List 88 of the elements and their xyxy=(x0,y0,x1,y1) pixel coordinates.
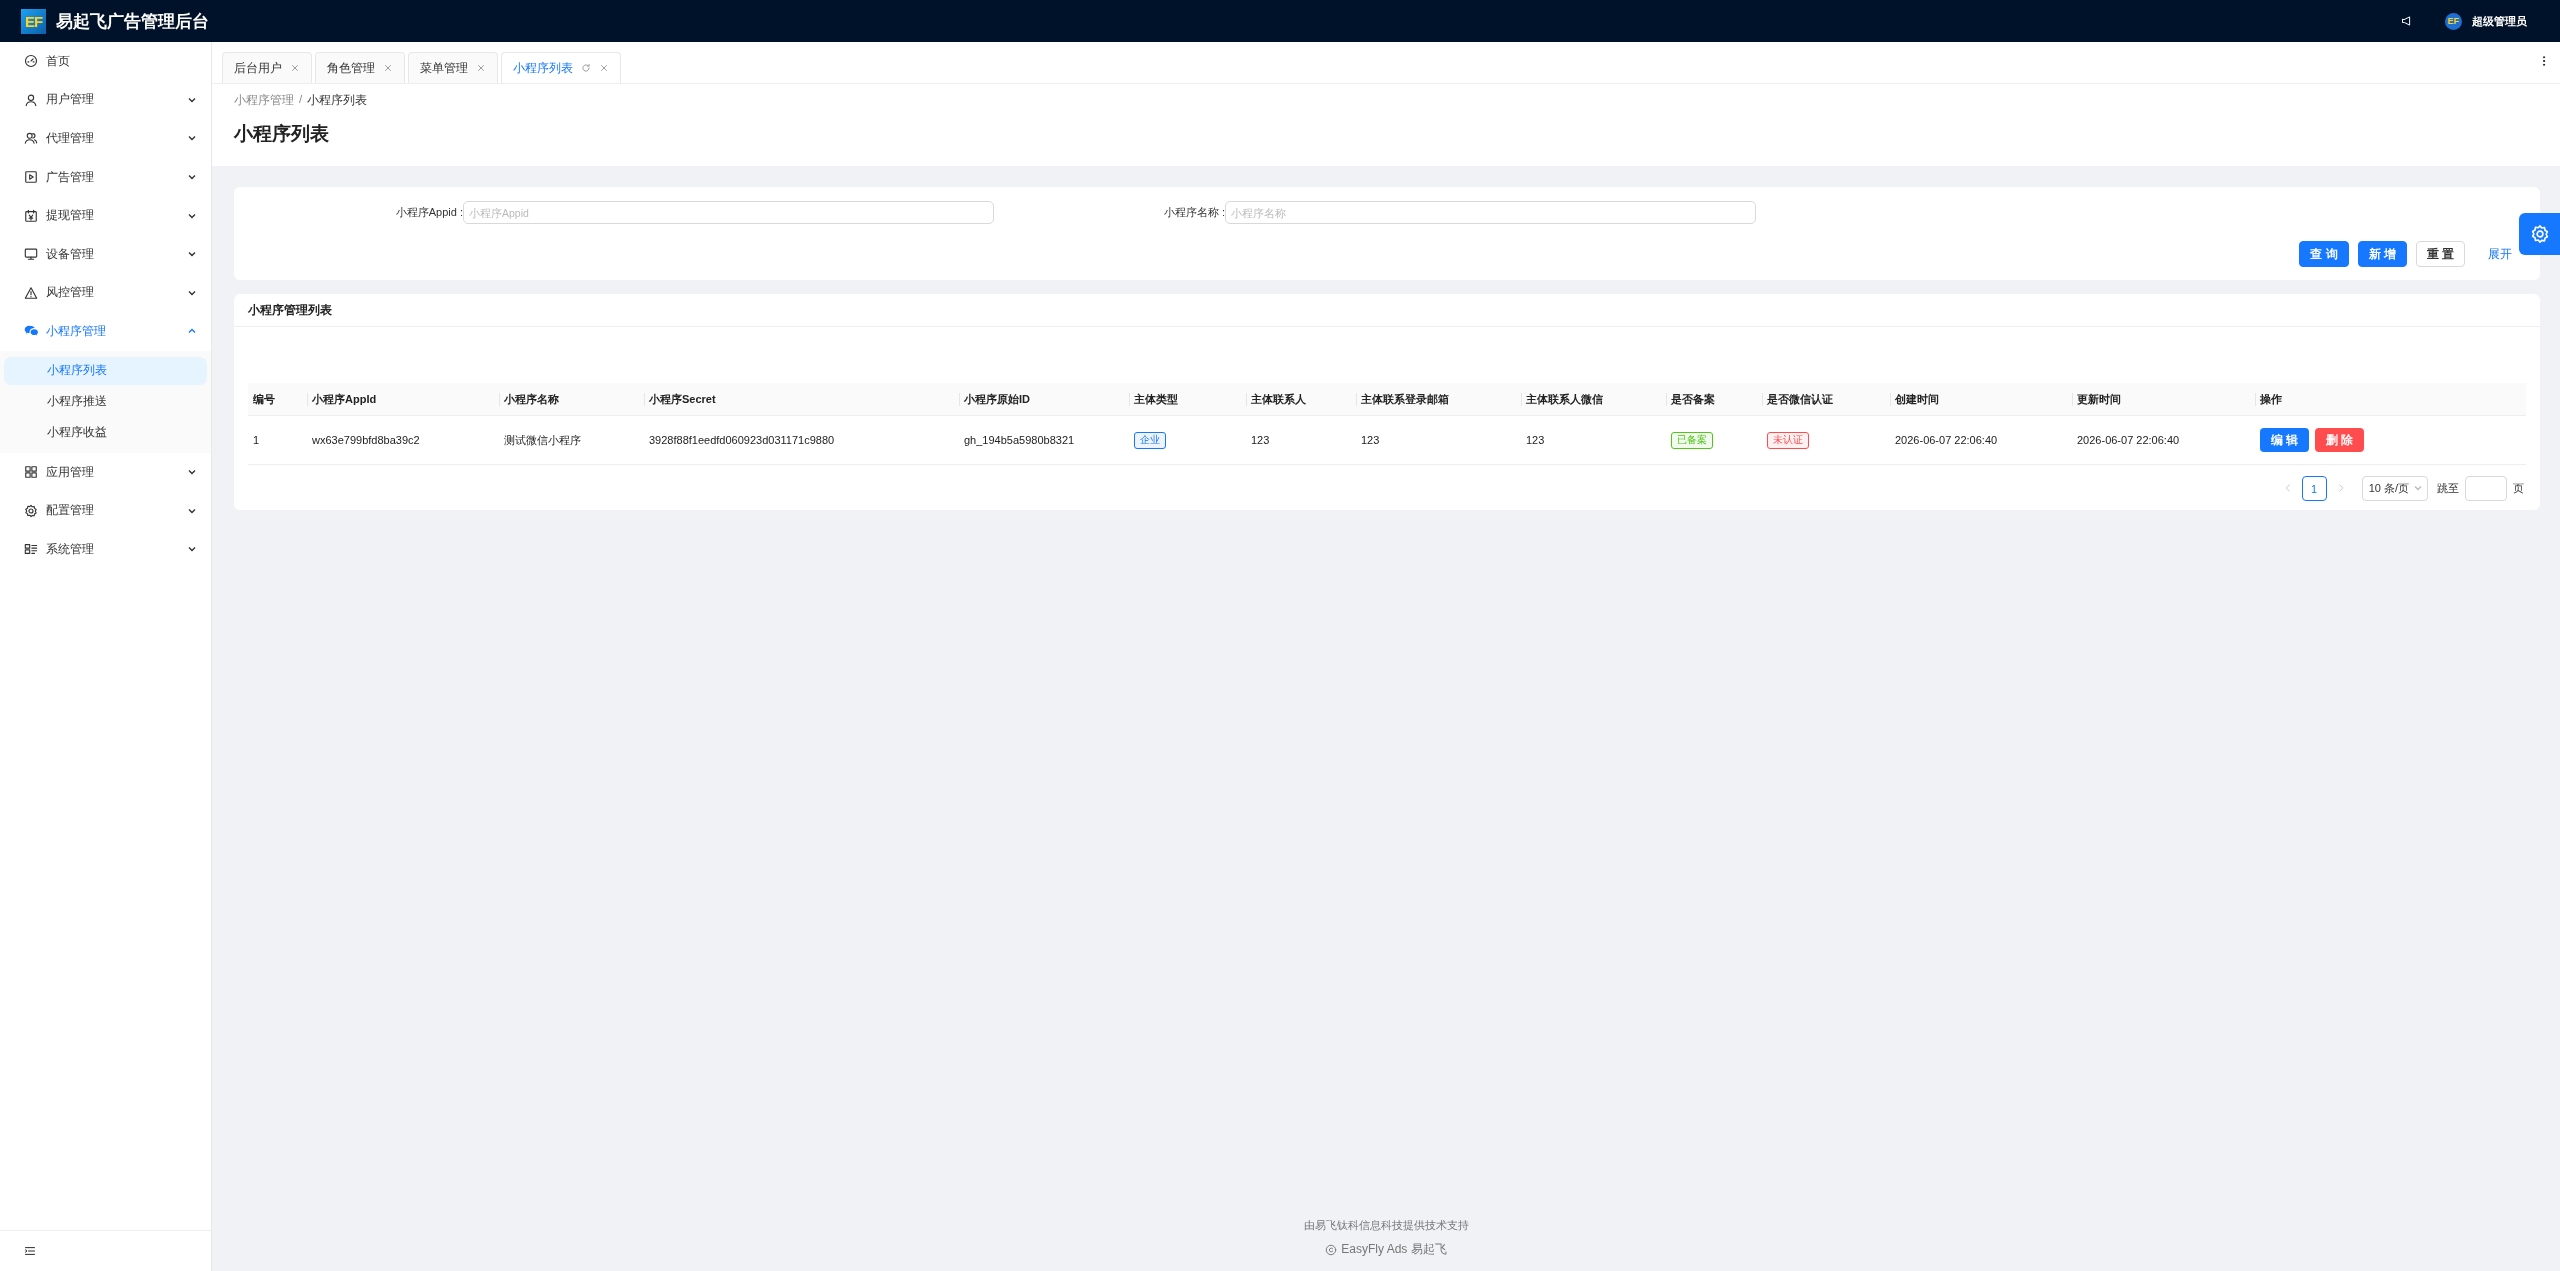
field-label: 小程序Appid : xyxy=(394,205,463,220)
status-tag: 已备案 xyxy=(1671,431,1713,449)
sidebar-item[interactable]: 广告管理 xyxy=(0,157,211,197)
monitor-icon xyxy=(24,247,38,262)
column-header: 更新时间 xyxy=(2072,383,2255,416)
layout-icon xyxy=(24,542,38,557)
settings-icon xyxy=(2529,224,2550,244)
sidebar-item[interactable]: 首页 xyxy=(0,42,211,81)
copyright-text: EasyFly Ads 易起飞 xyxy=(1341,1241,1447,1258)
column-header: 小程序名称 xyxy=(499,383,644,416)
expand-link[interactable]: 展开 xyxy=(2488,246,2512,262)
column-header: 主体联系登录邮箱 xyxy=(1356,383,1521,416)
column-header: 编号 xyxy=(248,383,307,416)
column-header: 创建时间 xyxy=(1890,383,2072,416)
default-button[interactable]: 重 置 xyxy=(2415,241,2465,267)
sidebar-item[interactable]: 代理管理 xyxy=(0,119,211,158)
column-header: 主体类型 xyxy=(1129,383,1246,416)
table-cell: 3928f88f1eedfd060923d031171c9880 xyxy=(644,416,959,465)
table-cell: 1 xyxy=(248,416,307,465)
sidebar-item[interactable]: 系统管理 xyxy=(0,529,211,569)
primary-button[interactable]: 查 询 xyxy=(2299,241,2349,267)
table-cell: 2026-06-07 22:06:40 xyxy=(2072,416,2255,465)
user-icon xyxy=(24,92,38,107)
users-icon xyxy=(24,131,38,146)
tab[interactable]: 菜单管理 xyxy=(408,52,498,83)
sidebar-item[interactable]: 配置管理 xyxy=(0,491,211,530)
footer-text: 由易飞钛科信息科技提供技术支持 xyxy=(1303,1218,1469,1233)
column-header: 操作 xyxy=(2255,383,2526,416)
column-header: 小程序原始ID xyxy=(959,383,1129,416)
gauge-icon xyxy=(24,54,38,69)
tab[interactable]: 角色管理 xyxy=(315,52,405,83)
warning-icon xyxy=(24,285,38,300)
column-header: 是否微信认证 xyxy=(1762,383,1890,416)
tab[interactable]: 后台用户 xyxy=(222,52,312,83)
table-cell: 测试微信小程序 xyxy=(499,416,644,465)
table-cell: 123 xyxy=(1521,416,1666,465)
primary-button[interactable]: 新 增 xyxy=(2357,241,2407,267)
sidebar-item[interactable]: 设备管理 xyxy=(0,234,211,274)
calendar-icon xyxy=(24,208,38,223)
breadcrumb-item[interactable]: 小程序管理 xyxy=(234,93,294,108)
gear-icon xyxy=(24,503,38,518)
jump-label: 跳至 xyxy=(2437,481,2459,496)
breadcrumb-separator: / xyxy=(299,93,303,107)
play-icon xyxy=(24,170,38,185)
status-tag: 未认证 xyxy=(1767,431,1809,449)
tab[interactable]: 小程序列表 xyxy=(501,52,621,83)
close-icon xyxy=(290,63,300,73)
edit-button[interactable]: 编 辑 xyxy=(2260,428,2310,452)
card-title: 小程序管理列表 xyxy=(234,294,2540,327)
field-label: 小程序名称 : xyxy=(1162,205,1225,220)
page-jump-field[interactable] xyxy=(2465,476,2507,501)
user-name[interactable]: 超级管理员 xyxy=(2472,13,2527,29)
page-number[interactable]: 1 xyxy=(2301,476,2327,501)
status-tag: 企业 xyxy=(1134,431,1166,449)
input-field[interactable]: 小程序Appid xyxy=(463,201,994,224)
sidebar-item[interactable]: 风控管理 xyxy=(0,273,211,313)
table-cell: 123 xyxy=(1246,416,1356,465)
grid-icon xyxy=(24,465,38,480)
table-cell: wx63e799bfd8ba39c2 xyxy=(307,416,499,465)
sidebar-item[interactable]: 用户管理 xyxy=(0,80,211,120)
page-size-select[interactable]: 10 条/页 xyxy=(2361,476,2428,501)
collapse-menu-icon xyxy=(24,1245,36,1257)
table-cell: 123 xyxy=(1356,416,1521,465)
sidebar-subitem[interactable]: 小程序推送 xyxy=(4,387,207,416)
input-field[interactable]: 小程序名称 xyxy=(1225,201,1756,224)
sidebar-item[interactable]: 提现管理 xyxy=(0,196,211,235)
refresh-icon xyxy=(581,63,591,73)
sidebar-subitem[interactable]: 小程序列表 xyxy=(4,356,207,385)
sidebar-item[interactable]: 小程序管理 xyxy=(0,312,211,351)
megaphone-icon xyxy=(2401,15,2413,27)
page-title: 小程序列表 xyxy=(234,122,330,146)
copyright-icon xyxy=(1325,1243,1338,1256)
close-icon xyxy=(599,63,609,73)
column-header: 是否备案 xyxy=(1666,383,1762,416)
table-cell: 2026-06-07 22:06:40 xyxy=(1890,416,2072,465)
table-cell: gh_194b5a5980b8321 xyxy=(959,416,1129,465)
column-header: 主体联系人微信 xyxy=(1521,383,1666,416)
column-header: 小程序AppId xyxy=(307,383,499,416)
close-icon xyxy=(476,63,486,73)
close-icon xyxy=(383,63,393,73)
app-title: 易起飞广告管理后台 xyxy=(56,10,209,33)
column-header: 主体联系人 xyxy=(1246,383,1356,416)
column-header: 小程序Secret xyxy=(644,383,959,416)
sidebar-item[interactable]: 应用管理 xyxy=(0,452,211,492)
breadcrumb-item: 小程序列表 xyxy=(307,93,368,108)
app-logo: EF xyxy=(21,8,46,34)
sidebar-subitem[interactable]: 小程序收益 xyxy=(4,418,207,447)
page-suffix: 页 xyxy=(2513,481,2524,496)
